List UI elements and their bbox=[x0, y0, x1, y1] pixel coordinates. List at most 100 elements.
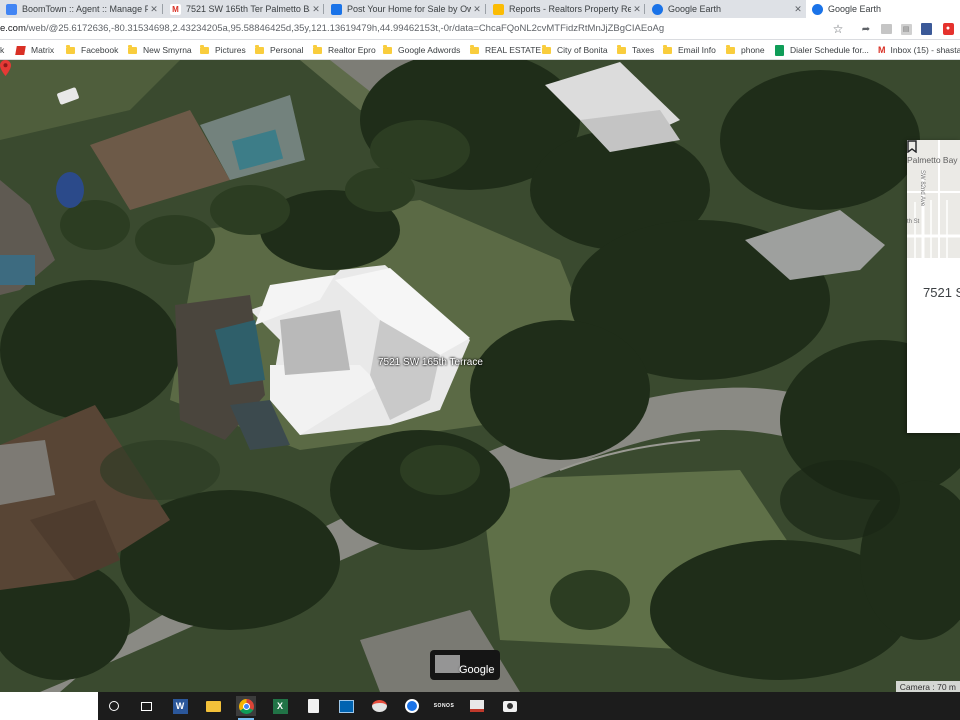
bookmark-facebook[interactable]: Facebook bbox=[66, 44, 118, 56]
bookmark-label: Inbox (15) - shasta bbox=[890, 45, 960, 55]
tab-title: Google Earth bbox=[668, 4, 722, 14]
url-host: e.com bbox=[0, 23, 26, 34]
place-title: 7521 S bbox=[923, 285, 960, 300]
mini-map-street-label: SW 82nd Ave bbox=[919, 170, 925, 207]
bookmark-realtor-epro[interactable]: Realtor Epro bbox=[313, 44, 376, 56]
gmail-icon: M bbox=[170, 3, 181, 15]
star-icon[interactable]: ☆ bbox=[830, 21, 846, 37]
gmail-icon: M bbox=[878, 45, 886, 55]
close-icon[interactable]: ✕ bbox=[148, 4, 160, 15]
chrome-icon[interactable] bbox=[236, 696, 256, 720]
tab-post-your-home[interactable]: Post Your Home for Sale by Own ✕ bbox=[325, 0, 483, 18]
bookmark-phone[interactable]: phone bbox=[726, 44, 765, 56]
folder-icon bbox=[128, 44, 137, 54]
mini-map-street-label: th St bbox=[907, 219, 920, 225]
folder-icon bbox=[313, 44, 322, 54]
tab-divider bbox=[323, 4, 324, 14]
folder-icon bbox=[542, 44, 551, 54]
extension-icon[interactable] bbox=[878, 21, 894, 37]
close-icon[interactable]: ✕ bbox=[471, 4, 483, 15]
tab-boomtown[interactable]: BoomTown :: Agent :: Manage Pr ✕ bbox=[0, 0, 160, 18]
bookmark-label: Taxes bbox=[632, 45, 655, 55]
bookmark-personal[interactable]: Personal bbox=[255, 44, 304, 56]
close-icon[interactable]: ✕ bbox=[792, 4, 804, 15]
close-icon[interactable]: ✕ bbox=[631, 4, 643, 15]
notepad-icon[interactable] bbox=[303, 696, 323, 716]
earth-icon bbox=[652, 3, 663, 15]
tab-divider bbox=[485, 4, 486, 14]
address-bar[interactable]: e.com/web/@25.6172636,-80.31534698,2.432… bbox=[0, 18, 960, 40]
cortana-circle-icon[interactable] bbox=[104, 696, 124, 716]
camera-icon[interactable] bbox=[500, 696, 520, 716]
tab-title: Google Earth bbox=[828, 4, 882, 14]
folder-icon bbox=[66, 44, 75, 54]
bookmark-label: phone bbox=[741, 45, 765, 55]
bookmark-inbox[interactable]: M Inbox (15) - shasta bbox=[878, 44, 960, 56]
tab-gmail-listing[interactable]: M 7521 SW 165th Ter Palmetto Bay ✕ bbox=[164, 0, 322, 18]
google-icon bbox=[331, 3, 342, 15]
word-icon[interactable]: W bbox=[170, 696, 190, 716]
google-watermark: Google bbox=[459, 664, 495, 676]
bookmark-dialer-schedule[interactable]: Dialer Schedule for... bbox=[775, 44, 869, 56]
folder-icon bbox=[470, 44, 479, 54]
bookmark-taxes[interactable]: Taxes bbox=[617, 44, 654, 56]
bookmark-email-info[interactable]: Email Info bbox=[663, 44, 716, 56]
sonos-icon[interactable]: SONOS bbox=[434, 696, 454, 716]
bookmark-label: City of Bonita bbox=[557, 45, 608, 55]
windows-taskbar: W X SONOS bbox=[0, 692, 960, 720]
place-info-card[interactable]: Palmetto Bay SW 82nd Ave th St 7521 S bbox=[907, 140, 960, 433]
bookmark-pictures[interactable]: Pictures bbox=[200, 44, 246, 56]
extension-red-icon[interactable]: ● bbox=[940, 21, 956, 37]
bookmark-partial[interactable]: k bbox=[0, 44, 4, 56]
paint-icon[interactable] bbox=[369, 696, 389, 716]
satellite-map-view[interactable]: 7521 SW 165th Terrace Palmetto Bay SW 82… bbox=[0, 60, 960, 692]
url-text[interactable]: e.com/web/@25.6172636,-80.31534698,2.432… bbox=[0, 23, 664, 34]
map-pin-icon[interactable] bbox=[0, 60, 11, 76]
folder-icon bbox=[726, 44, 735, 54]
close-icon[interactable]: ✕ bbox=[310, 4, 322, 15]
bookmark-new-smyrna[interactable]: New Smyrna bbox=[128, 44, 192, 56]
task-view-icon[interactable] bbox=[136, 696, 156, 716]
mail-icon[interactable] bbox=[336, 696, 356, 716]
folder-icon bbox=[200, 44, 209, 54]
tab-title: BoomTown :: Agent :: Manage Pr bbox=[22, 4, 148, 14]
bookmark-matrix[interactable]: Matrix bbox=[15, 44, 55, 56]
bookmark-label: Pictures bbox=[215, 45, 246, 55]
bookmark-label: Dialer Schedule for... bbox=[790, 45, 869, 55]
browser-tab-strip: BoomTown :: Agent :: Manage Pr ✕ M 7521 … bbox=[0, 0, 960, 18]
satellite-imagery bbox=[0, 60, 960, 692]
tab-title: 7521 SW 165th Ter Palmetto Bay bbox=[186, 4, 310, 14]
browser-icon[interactable] bbox=[402, 696, 422, 716]
profile-icon[interactable] bbox=[918, 21, 934, 37]
mini-map[interactable]: Palmetto Bay SW 82nd Ave th St bbox=[907, 140, 960, 258]
bookmark-icon[interactable] bbox=[907, 140, 917, 153]
bookmark-label: k bbox=[0, 45, 5, 55]
url-path: /web/@25.6172636,-80.31534698,2.43234205… bbox=[25, 23, 665, 34]
tab-title: Post Your Home for Sale by Own bbox=[347, 4, 471, 14]
place-label[interactable]: 7521 SW 165th Terrace bbox=[378, 357, 483, 368]
tab-reports[interactable]: Reports - Realtors Property Reso ✕ bbox=[487, 0, 643, 18]
tab-title: Reports - Realtors Property Reso bbox=[509, 4, 631, 14]
bookmark-real-estate[interactable]: REAL ESTATE bbox=[470, 44, 541, 56]
tab-divider bbox=[162, 4, 163, 14]
excel-icon[interactable]: X bbox=[270, 696, 290, 716]
bookmark-city-of-bonita[interactable]: City of Bonita bbox=[542, 44, 608, 56]
lastpass-icon[interactable]: ▤ bbox=[898, 21, 914, 37]
bookmark-label: Matrix bbox=[31, 45, 55, 55]
share-icon[interactable]: ➦ bbox=[858, 21, 874, 37]
folder-icon bbox=[663, 44, 672, 54]
mini-map-city-label: Palmetto Bay bbox=[907, 155, 958, 165]
google-icon bbox=[493, 3, 504, 15]
bookmark-google-adwords[interactable]: Google Adwords bbox=[383, 44, 460, 56]
boomtown-icon bbox=[6, 3, 17, 15]
bookmark-label: Realtor Epro bbox=[328, 45, 376, 55]
tab-google-earth-1[interactable]: Google Earth ✕ bbox=[646, 0, 804, 18]
file-explorer-icon[interactable] bbox=[203, 696, 223, 716]
sticky-icon[interactable] bbox=[467, 696, 487, 716]
tab-google-earth-2[interactable]: Google Earth bbox=[806, 0, 960, 18]
matrix-icon bbox=[15, 45, 26, 55]
bookmark-label: Google Adwords bbox=[398, 45, 461, 55]
bookmark-label: New Smyrna bbox=[143, 45, 192, 55]
taskbar-search-area[interactable] bbox=[0, 692, 98, 720]
folder-icon bbox=[383, 44, 392, 54]
